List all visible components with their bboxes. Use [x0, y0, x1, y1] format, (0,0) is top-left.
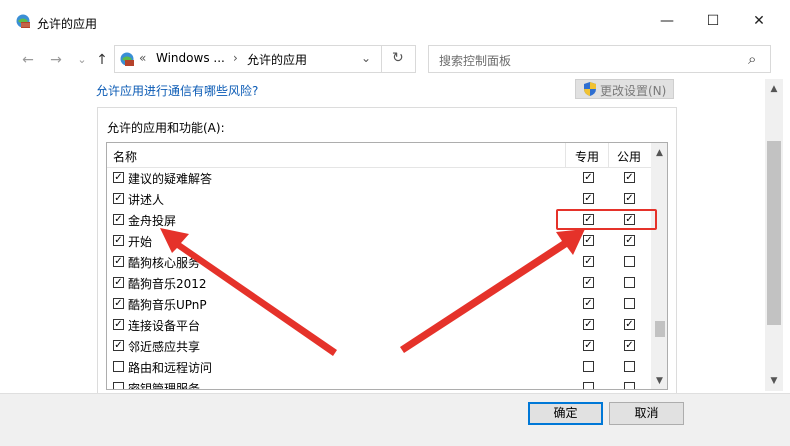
- firewall-location-icon: [120, 52, 134, 66]
- uac-shield-icon: [584, 82, 596, 96]
- enabled-checkbox[interactable]: ✓: [113, 340, 124, 351]
- public-checkbox[interactable]: ✓: [624, 235, 635, 246]
- window-title: 允许的应用: [37, 17, 98, 31]
- enabled-checkbox[interactable]: ✓: [113, 193, 124, 204]
- column-private[interactable]: 专用: [575, 148, 599, 165]
- address-dropdown-icon[interactable]: ⌄: [361, 51, 371, 65]
- enabled-checkbox[interactable]: ✓: [113, 319, 124, 330]
- public-checkbox[interactable]: ✓: [624, 340, 635, 351]
- column-divider: [565, 143, 566, 167]
- column-name[interactable]: 名称: [113, 148, 137, 165]
- change-settings-button[interactable]: 更改设置(N): [575, 79, 674, 99]
- change-settings-label: 更改设置(N): [600, 84, 667, 98]
- public-checkbox[interactable]: [624, 298, 635, 309]
- breadcrumb-allowed-apps[interactable]: 允许的应用: [247, 51, 307, 68]
- search-icon[interactable]: ⌕: [748, 50, 756, 68]
- table-row[interactable]: ✓ 连接设备平台 ✓ ✓: [107, 314, 651, 335]
- app-name: 邻近感应共享: [128, 340, 201, 354]
- private-checkbox[interactable]: ✓: [583, 277, 594, 288]
- breadcrumb-separator-icon[interactable]: ›: [233, 51, 238, 65]
- public-checkbox[interactable]: ✓: [624, 319, 635, 330]
- window-scrollbar[interactable]: ▲ ▼: [765, 79, 783, 391]
- table-row[interactable]: ✓ 邻近感应共享 ✓ ✓: [107, 335, 651, 356]
- app-name: 酷狗音乐UPnP: [128, 298, 207, 312]
- private-checkbox[interactable]: [583, 361, 594, 372]
- table-row[interactable]: 密钥管理服务: [107, 377, 651, 390]
- public-checkbox[interactable]: [624, 361, 635, 372]
- back-button[interactable]: ←: [18, 49, 38, 71]
- risk-help-link[interactable]: 允许应用进行通信有哪些风险?: [96, 82, 258, 99]
- column-divider: [608, 143, 609, 167]
- private-checkbox[interactable]: [583, 382, 594, 389]
- firewall-app-icon: [16, 14, 30, 28]
- close-button[interactable]: ✕: [736, 0, 782, 42]
- breadcrumb-windows[interactable]: Windows ...: [156, 51, 225, 65]
- list-scroll-thumb[interactable]: [655, 321, 665, 337]
- enabled-checkbox[interactable]: ✓: [113, 214, 124, 225]
- private-checkbox[interactable]: ✓: [583, 256, 594, 267]
- app-name: 密钥管理服务: [128, 382, 201, 390]
- app-name: 路由和远程访问: [128, 361, 213, 375]
- table-row[interactable]: ✓ 建议的疑难解答 ✓ ✓: [107, 167, 651, 188]
- minimize-button[interactable]: —: [644, 0, 690, 42]
- table-row[interactable]: ✓ 酷狗音乐UPnP ✓: [107, 293, 651, 314]
- forward-button[interactable]: →: [46, 49, 66, 71]
- cancel-button[interactable]: 取消: [609, 402, 684, 425]
- search-box[interactable]: 搜索控制面板 ⌕: [428, 45, 771, 73]
- app-name: 开始: [128, 235, 153, 249]
- list-header: 名称 专用 公用: [107, 143, 651, 168]
- enabled-checkbox[interactable]: ✓: [113, 277, 124, 288]
- maximize-button[interactable]: ☐: [690, 0, 736, 42]
- up-button[interactable]: ↑: [92, 49, 112, 71]
- overflow-chevrons[interactable]: «: [139, 51, 146, 65]
- private-checkbox[interactable]: ✓: [583, 193, 594, 204]
- private-checkbox[interactable]: ✓: [583, 298, 594, 309]
- enabled-checkbox[interactable]: ✓: [113, 172, 124, 183]
- recent-locations-dropdown[interactable]: ⌄: [72, 49, 92, 71]
- search-input[interactable]: 搜索控制面板: [439, 52, 511, 69]
- window-scroll-thumb[interactable]: [767, 141, 781, 325]
- public-checkbox[interactable]: [624, 382, 635, 389]
- scroll-down-icon[interactable]: ▼: [651, 373, 667, 389]
- app-name: 建议的疑难解答: [128, 172, 213, 186]
- enabled-checkbox[interactable]: ✓: [113, 256, 124, 267]
- window-scroll-down-icon[interactable]: ▼: [765, 373, 783, 389]
- public-checkbox[interactable]: [624, 256, 635, 267]
- app-name: 酷狗音乐2012: [128, 277, 207, 291]
- highlight-box: [556, 209, 657, 230]
- private-checkbox[interactable]: ✓: [583, 340, 594, 351]
- column-public[interactable]: 公用: [617, 148, 641, 165]
- enabled-checkbox[interactable]: ✓: [113, 298, 124, 309]
- ok-button[interactable]: 确定: [528, 402, 603, 425]
- public-checkbox[interactable]: ✓: [624, 193, 635, 204]
- public-checkbox[interactable]: ✓: [624, 172, 635, 183]
- app-name: 酷狗核心服务: [128, 256, 201, 270]
- app-name: 连接设备平台: [128, 319, 201, 333]
- table-row[interactable]: ✓ 讲述人 ✓ ✓: [107, 188, 651, 209]
- enabled-checkbox[interactable]: ✓: [113, 235, 124, 246]
- allowed-apps-list[interactable]: 名称 专用 公用 ✓ 建议的疑难解答 ✓ ✓ ✓ 讲述人 ✓ ✓ ✓ 金舟投屏 ✓ ✓ ✓ 开始 ✓ ✓ ✓ 酷狗…: [106, 142, 668, 390]
- private-checkbox[interactable]: ✓: [583, 235, 594, 246]
- enabled-checkbox[interactable]: [113, 361, 124, 372]
- private-checkbox[interactable]: ✓: [583, 319, 594, 330]
- app-name: 金舟投屏: [128, 214, 177, 228]
- table-row[interactable]: ✓ 酷狗核心服务 ✓: [107, 251, 651, 272]
- address-divider: [381, 46, 382, 72]
- list-scrollbar[interactable]: ▲ ▼: [651, 143, 667, 389]
- table-row[interactable]: 路由和远程访问: [107, 356, 651, 377]
- table-row[interactable]: ✓ 酷狗音乐2012 ✓: [107, 272, 651, 293]
- refresh-icon[interactable]: ↻: [392, 50, 404, 66]
- enabled-checkbox[interactable]: [113, 382, 124, 389]
- window-scroll-up-icon[interactable]: ▲: [765, 81, 783, 97]
- scroll-up-icon[interactable]: ▲: [651, 145, 667, 161]
- table-row[interactable]: ✓ 开始 ✓ ✓: [107, 230, 651, 251]
- app-name: 讲述人: [128, 193, 165, 207]
- private-checkbox[interactable]: ✓: [583, 172, 594, 183]
- address-bar[interactable]: « Windows ... › 允许的应用 ⌄ ↻: [114, 45, 416, 73]
- public-checkbox[interactable]: [624, 277, 635, 288]
- group-label: 允许的应用和功能(A):: [107, 121, 225, 135]
